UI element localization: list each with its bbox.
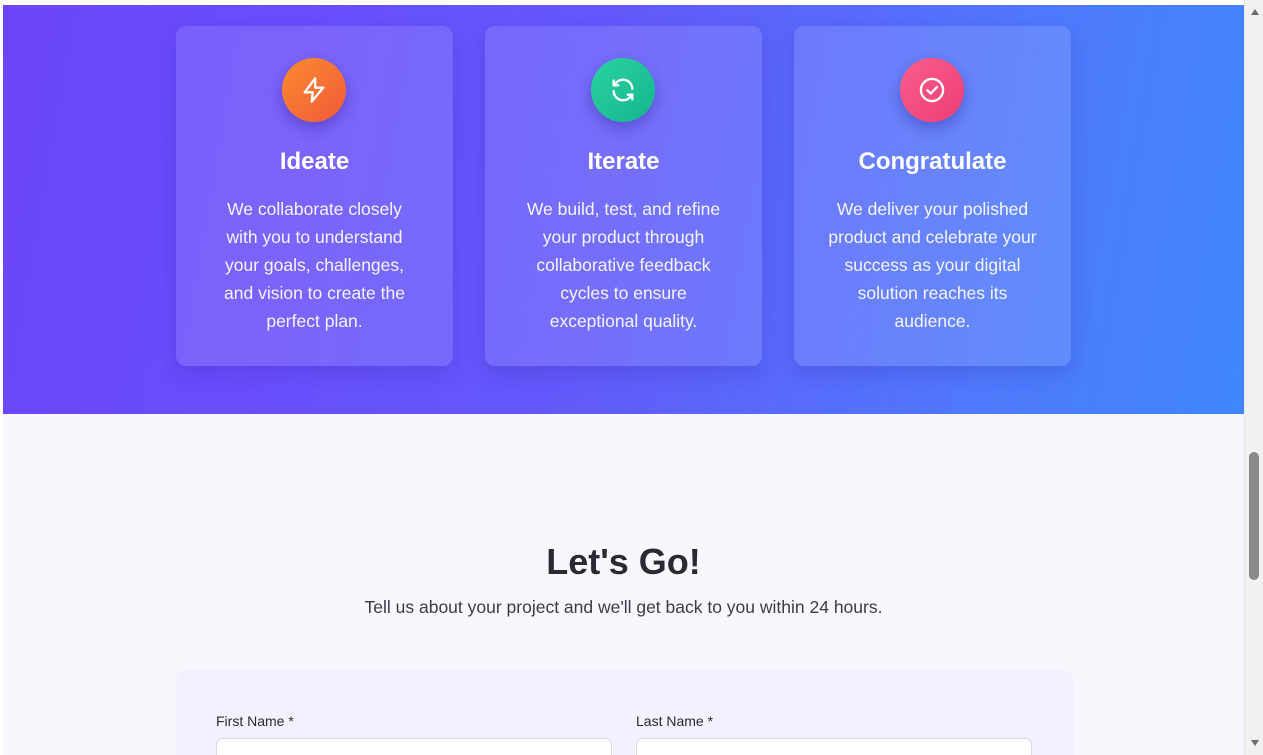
last-name-label: Last Name *	[636, 713, 714, 729]
card-title: Iterate	[587, 148, 660, 175]
contact-form: First Name * Last Name *	[176, 670, 1073, 755]
process-card-iterate: Iterate We build, test, and refine your …	[485, 26, 762, 366]
card-description: We deliver your polished product and cel…	[828, 199, 1037, 331]
refresh-icon	[591, 58, 655, 122]
contact-title: Let's Go!	[546, 541, 701, 582]
card-description: We collaborate closely with you to under…	[224, 199, 405, 331]
last-name-field[interactable]	[636, 738, 1032, 755]
card-title: Ideate	[279, 148, 350, 175]
process-section: Ideate We collaborate closely with you t…	[3, 5, 1244, 414]
check-circle-icon	[900, 58, 964, 122]
scroll-down-arrow-icon[interactable]	[1245, 735, 1263, 751]
scrollbar-thumb[interactable]	[1249, 452, 1259, 580]
lightning-icon	[282, 58, 346, 122]
card-title: Congratulate	[858, 148, 1007, 175]
card-description: We build, test, and refine your product …	[526, 199, 721, 331]
first-name-label: First Name *	[216, 713, 294, 729]
scroll-up-arrow-icon[interactable]	[1245, 4, 1263, 20]
contact-subtitle: Tell us about your project and we'll get…	[364, 597, 883, 617]
vertical-scrollbar[interactable]	[1244, 0, 1263, 755]
first-name-field[interactable]	[216, 738, 612, 755]
process-card-ideate: Ideate We collaborate closely with you t…	[176, 26, 453, 366]
process-card-congratulate: Congratulate We deliver your polished pr…	[794, 26, 1071, 366]
page-viewport: Ideate We collaborate closely with you t…	[3, 5, 1244, 755]
